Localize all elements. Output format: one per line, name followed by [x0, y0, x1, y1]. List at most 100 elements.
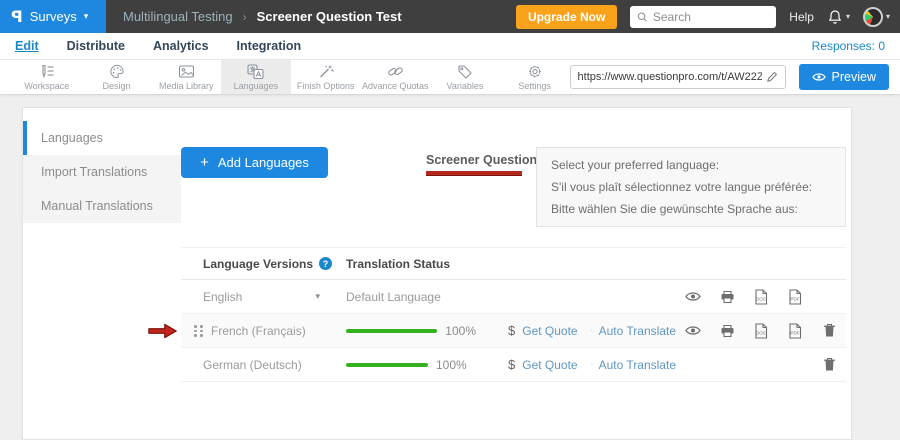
export-pdf-icon[interactable]: PDF [778, 323, 812, 339]
spacer [744, 357, 778, 372]
palette-icon [109, 64, 125, 79]
screener-question-label: Screener Question : [426, 153, 536, 167]
tab-analytics[interactable]: Analytics [153, 39, 209, 53]
export-pdf-icon[interactable]: PDF [778, 289, 812, 305]
tool-label: Advance Quotas [362, 81, 429, 91]
print-icon[interactable] [710, 289, 744, 305]
auto-translate-icon [591, 324, 593, 337]
svg-text:DOC: DOC [756, 330, 767, 335]
tool-settings[interactable]: Settings [500, 60, 570, 94]
gear-icon [527, 64, 543, 79]
auto-translate-link[interactable]: Auto Translate [599, 358, 676, 372]
add-languages-button[interactable]: + Add Languages [181, 147, 328, 178]
edit-pencil-icon[interactable] [766, 71, 778, 83]
survey-url-area: Preview [570, 60, 900, 94]
product-label: Surveys [30, 9, 77, 24]
chevron-down-icon[interactable]: ▾ [315, 291, 320, 302]
breadcrumb-survey-title: Screener Question Test [257, 9, 402, 24]
breadcrumb-folder[interactable]: Multilingual Testing [123, 9, 233, 24]
view-eye-icon[interactable] [676, 323, 710, 339]
tool-workspace[interactable]: Workspace [12, 60, 82, 94]
translation-progress-percent: 100% [445, 324, 476, 338]
help-question-icon[interactable]: ? [319, 257, 332, 270]
delete-trash-icon[interactable] [812, 323, 846, 339]
survey-url-input[interactable] [578, 71, 762, 83]
svg-text:DOC: DOC [756, 296, 767, 301]
global-search[interactable] [630, 6, 776, 28]
sidebar-item-languages[interactable]: Languages [23, 121, 181, 155]
survey-url-box[interactable] [570, 65, 786, 89]
default-language-label: Default Language [346, 290, 441, 304]
sidebar-item-import-translations[interactable]: Import Translations [23, 155, 181, 189]
tool-label: Workspace [24, 81, 69, 91]
col-translation-status: Translation Status [346, 257, 450, 271]
language-name: French (Français) [211, 324, 306, 338]
header-actions: Upgrade Now Help ▾ ▾ [516, 5, 900, 29]
spacer [778, 357, 812, 372]
tool-variables[interactable]: Variables [430, 60, 500, 94]
responses-count[interactable]: Responses: 0 [812, 39, 885, 53]
get-quote-link[interactable]: Get Quote [522, 324, 577, 338]
help-link[interactable]: Help [789, 10, 814, 24]
drag-handle[interactable] [194, 325, 203, 337]
questionpro-logo-icon: P [11, 7, 23, 26]
col-language-versions: Language Versions [203, 257, 313, 271]
tab-integration[interactable]: Integration [237, 39, 302, 53]
eye-icon [812, 72, 826, 82]
top-row: + Add Languages Screener Question : Sele… [181, 147, 851, 227]
tag-icon [457, 64, 473, 79]
tool-advance-quotas[interactable]: Advance Quotas [360, 60, 430, 94]
screener-question-annotation: Screener Question : [426, 153, 536, 176]
delete-trash-icon[interactable] [812, 357, 846, 372]
language-versions-table: Language Versions ? Translation Status E… [181, 247, 846, 382]
tool-label: Variables [447, 81, 484, 91]
screener-line-french: S'il vous plaît sélectionnez votre langu… [551, 180, 831, 194]
upgrade-now-button[interactable]: Upgrade Now [516, 5, 617, 29]
table-row-english: English ▾ Default Language [181, 280, 846, 314]
tool-languages[interactable]: Languages [221, 60, 291, 94]
tab-edit[interactable]: Edit [15, 39, 39, 53]
image-icon [178, 64, 195, 79]
plus-icon: + [200, 155, 209, 170]
language-name: English [203, 290, 242, 304]
preview-button[interactable]: Preview [799, 64, 889, 90]
view-eye-icon[interactable] [676, 289, 710, 305]
export-doc-icon[interactable]: DOC [744, 323, 778, 339]
dollar-icon: $ [508, 357, 515, 372]
account-menu[interactable]: ▾ [863, 7, 890, 27]
tool-label: Languages [234, 81, 279, 91]
auto-translate-link[interactable]: Auto Translate [599, 324, 676, 338]
sidebar-item-label: Manual Translations [41, 199, 153, 213]
product-switcher[interactable]: P Surveys ▾ [0, 0, 106, 33]
tool-label: Media Library [159, 81, 214, 91]
spacer [710, 357, 744, 372]
dollar-icon: $ [508, 323, 515, 338]
print-icon[interactable] [710, 323, 744, 339]
sidebar-item-label: Import Translations [41, 165, 147, 179]
search-input[interactable] [653, 10, 769, 24]
preview-label: Preview [832, 70, 876, 84]
auto-translate-icon [591, 358, 593, 371]
languages-sidebar: Languages Import Translations Manual Tra… [23, 108, 181, 439]
export-doc-icon[interactable]: DOC [744, 289, 778, 305]
page-body: Languages Import Translations Manual Tra… [0, 95, 900, 440]
search-icon [637, 11, 648, 23]
add-languages-label: Add Languages [218, 155, 309, 170]
tool-design[interactable]: Design [82, 60, 152, 94]
translation-progress-bar [346, 363, 428, 367]
translation-progress-bar [346, 329, 437, 333]
screener-line-german: Bitte wählen Sie die gewünschte Sprache … [551, 202, 831, 216]
tab-distribute[interactable]: Distribute [67, 39, 125, 53]
sidebar-item-label: Languages [41, 131, 103, 145]
annotation-underline [426, 171, 522, 176]
breadcrumb-separator-icon: › [243, 10, 247, 24]
tool-finish-options[interactable]: Finish Options [291, 60, 361, 94]
get-quote-link[interactable]: Get Quote [522, 358, 577, 372]
tool-media-library[interactable]: Media Library [151, 60, 221, 94]
language-name: German (Deutsch) [203, 358, 302, 372]
screener-question-preview: Select your preferred language: S'il vou… [536, 147, 846, 227]
notifications-button[interactable]: ▾ [827, 9, 850, 25]
sidebar-item-manual-translations[interactable]: Manual Translations [23, 189, 181, 223]
magic-wand-icon [318, 64, 334, 79]
tool-label: Finish Options [297, 81, 355, 91]
